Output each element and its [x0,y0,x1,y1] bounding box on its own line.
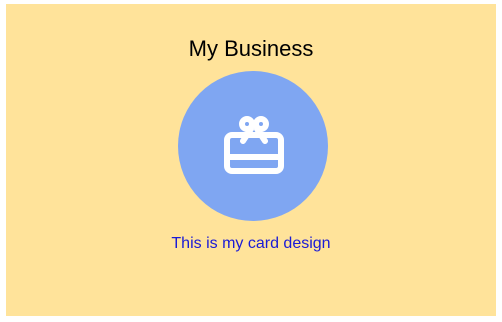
gift-card-icon [224,116,284,174]
business-card: My Business This is my card design [6,4,496,316]
card-title: My Business [188,36,314,61]
icon-circle [178,71,328,221]
card-caption: This is my card design [171,235,331,252]
